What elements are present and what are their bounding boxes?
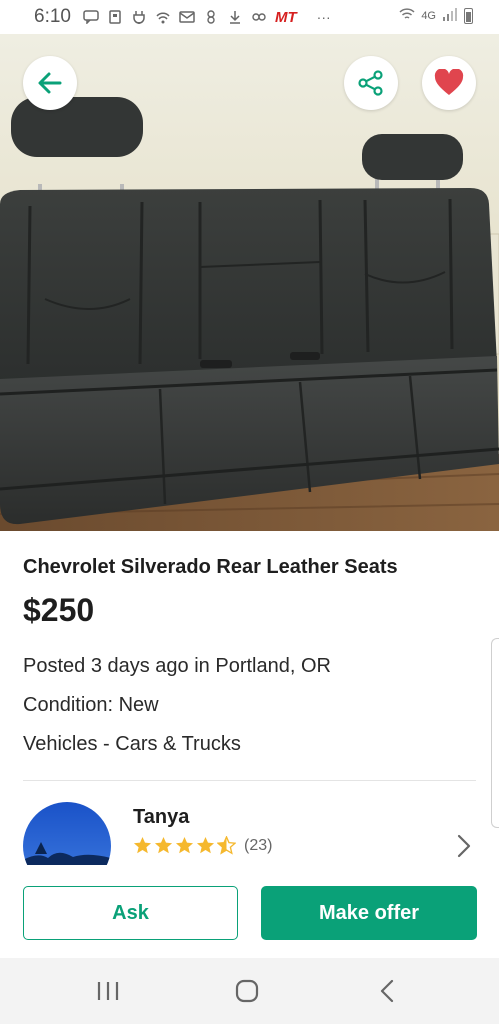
action-bar: Ask Make offer <box>0 865 499 958</box>
heart-icon <box>434 69 464 95</box>
battery-icon <box>464 7 473 24</box>
recents-button[interactable] <box>93 976 123 1006</box>
listing-title: Chevrolet Silverado Rear Leather Seats <box>23 556 398 578</box>
pinwheel-icon <box>203 10 219 24</box>
status-bar: 6:10 MT ··· 4G <box>0 0 499 34</box>
share-icon <box>358 70 383 96</box>
star-icon <box>154 836 173 854</box>
status-right: 4G <box>399 7 473 24</box>
signal-icon <box>442 7 458 24</box>
status-time: 6:10 <box>34 6 71 27</box>
notification-icons: MT ··· <box>83 9 331 26</box>
plug-icon <box>131 10 147 24</box>
system-nav-bar <box>0 958 499 1024</box>
system-back-button[interactable] <box>372 976 402 1006</box>
network-type: 4G <box>421 9 436 22</box>
carrier-logo: MT <box>274 8 297 26</box>
star-icon <box>175 836 194 854</box>
home-button[interactable] <box>232 976 262 1006</box>
device-icon <box>107 10 123 24</box>
pinwheel-icon <box>251 10 267 24</box>
mail-icon <box>179 10 195 24</box>
download-icon <box>227 10 243 24</box>
listing-photo[interactable] <box>0 34 499 531</box>
divider <box>23 780 476 781</box>
more-notifications-icon: ··· <box>316 9 331 25</box>
listing-condition: Condition: New <box>23 694 159 716</box>
seller-row[interactable]: Tanya (23) <box>0 790 499 865</box>
recents-icon <box>97 982 119 1000</box>
back-chevron-icon <box>380 979 394 1003</box>
share-button[interactable] <box>344 56 398 110</box>
arrow-left-icon <box>38 72 62 94</box>
half-star-icon <box>217 836 236 855</box>
listing-price: $250 <box>23 592 95 628</box>
make-offer-button[interactable]: Make offer <box>261 886 477 940</box>
ask-button[interactable]: Ask <box>23 886 238 940</box>
seat-photo-illustration <box>0 34 499 531</box>
avatar-image <box>23 802 111 865</box>
message-icon <box>83 10 99 24</box>
wifi-call-icon <box>155 10 171 24</box>
rating-stars: (23) <box>133 836 272 855</box>
favorite-button[interactable] <box>422 56 476 110</box>
star-icon <box>196 836 215 854</box>
wifi-icon <box>399 7 415 24</box>
listing-category[interactable]: Vehicles - Cars & Trucks <box>23 733 241 756</box>
avatar[interactable] <box>23 802 111 865</box>
star-icon <box>133 836 152 854</box>
back-button[interactable] <box>23 56 77 110</box>
chevron-right-icon[interactable] <box>457 834 471 858</box>
listing-posted: Posted 3 days ago in Portland, OR <box>23 655 331 677</box>
home-icon <box>235 979 259 1003</box>
rating-count: (23) <box>244 836 273 854</box>
seller-name: Tanya <box>133 806 190 828</box>
